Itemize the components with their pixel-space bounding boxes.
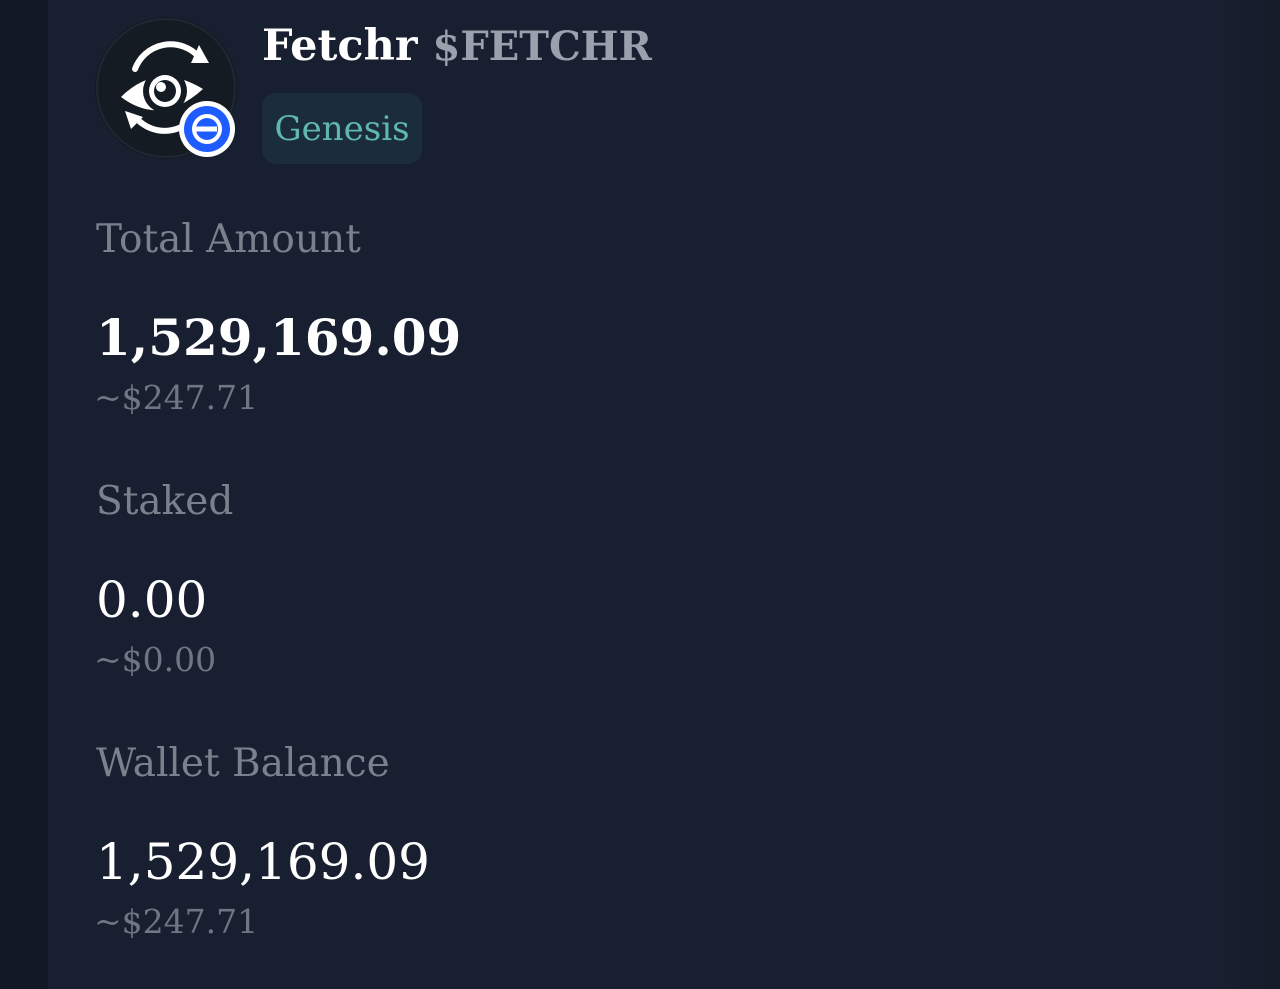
stat-staked: Staked 0.00 ~$0.00 <box>94 478 796 679</box>
token-name: Fetchr <box>262 21 418 71</box>
stat-fiat-value: ~$247.71 <box>94 902 259 941</box>
stat-label: Wallet Balance <box>96 741 390 786</box>
stat-value: 1,529,169.09 <box>96 833 430 891</box>
base-chain-glyph-icon <box>184 106 230 152</box>
stat-label: Total Amount <box>96 217 361 262</box>
stat-total-amount: Total Amount 1,529,169.09 ~$247.71 <box>94 216 796 417</box>
stat-fiat-value: ~$0.00 <box>94 640 217 679</box>
stat-wallet-balance: Wallet Balance 1,529,169.09 ~$247.71 <box>94 740 796 941</box>
stat-label: Staked <box>96 479 234 524</box>
genesis-tag: Genesis <box>262 93 422 164</box>
token-avatar <box>95 17 237 159</box>
base-chain-icon <box>179 101 235 157</box>
right-gutter <box>1220 0 1280 989</box>
stat-fiat-value: ~$247.71 <box>94 378 259 417</box>
stat-value: 0.00 <box>96 571 208 629</box>
stat-value: 1,529,169.09 <box>96 308 462 367</box>
token-symbol: $FETCHR <box>432 23 652 70</box>
token-title: Fetchr $FETCHR <box>262 18 652 75</box>
left-gutter <box>0 0 48 989</box>
